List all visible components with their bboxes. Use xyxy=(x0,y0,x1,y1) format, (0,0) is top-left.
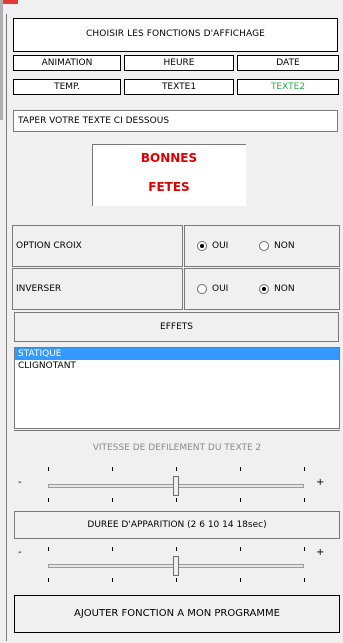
func-texte2-label: TEXTE2 xyxy=(270,82,306,92)
tick-mark xyxy=(112,498,113,502)
croix-non-label: NON xyxy=(274,241,295,251)
tick-mark xyxy=(48,547,49,551)
inverser-non-label: NON xyxy=(274,284,295,294)
duree-plus: + xyxy=(316,547,325,558)
page-title: CHOISIR LES FONCTIONS D'AFFICHAGE xyxy=(86,29,265,39)
option-inverser-radios: OUI NON xyxy=(184,268,340,310)
tick-mark xyxy=(240,578,241,582)
vitesse-thumb[interactable] xyxy=(173,476,179,496)
text-area-border-top xyxy=(92,144,246,145)
option-croix-row: OPTION CROIX OUI NON xyxy=(12,225,340,267)
func-texte2-button[interactable]: TEXTE2 xyxy=(237,79,339,95)
effets-header: EFFETS xyxy=(14,312,339,342)
radio-unchecked-icon xyxy=(197,284,207,294)
func-temp-label: TEMP. xyxy=(54,82,80,92)
vitesse-minus: - xyxy=(18,477,22,488)
func-texte1-label: TEXTE1 xyxy=(161,82,197,92)
tick-mark xyxy=(48,467,49,471)
croix-non-radio[interactable]: NON xyxy=(259,241,295,251)
ajouter-fonction-button[interactable]: AJOUTER FONCTION A MON PROGRAMME xyxy=(14,595,340,633)
inverser-oui-label: OUI xyxy=(212,284,229,294)
inverser-non-radio[interactable]: NON xyxy=(259,284,295,294)
duree-slider[interactable]: - + xyxy=(14,547,340,585)
display-line-2: FETES xyxy=(148,180,190,194)
tick-mark xyxy=(240,547,241,551)
croix-oui-radio[interactable]: OUI xyxy=(197,241,228,251)
effet-item-statique[interactable]: STATIQUE xyxy=(15,348,339,360)
inverser-oui-radio[interactable]: OUI xyxy=(197,284,228,294)
vitesse-plus: + xyxy=(316,477,325,488)
func-animation-label: ANIMATION xyxy=(41,58,93,68)
vitesse-slider[interactable]: - + xyxy=(14,467,340,505)
tick-mark xyxy=(176,498,177,502)
option-croix-radios: OUI NON xyxy=(184,225,340,267)
effet-item-clignotant[interactable]: CLIGNOTANT xyxy=(15,360,339,372)
duree-thumb[interactable] xyxy=(173,556,179,576)
func-texte1-button[interactable]: TEXTE1 xyxy=(124,79,234,95)
tick-mark xyxy=(176,467,177,471)
func-animation-button[interactable]: ANIMATION xyxy=(13,55,121,71)
tick-mark xyxy=(48,498,49,502)
tick-mark xyxy=(240,498,241,502)
text-instruction: TAPER VOTRE TEXTE CI DESSOUS xyxy=(13,110,338,132)
duree-label: DUREE D'APPARITION (2 6 10 14 18sec) xyxy=(14,511,340,539)
tick-mark xyxy=(48,578,49,582)
tick-mark xyxy=(304,498,305,502)
radio-checked-icon xyxy=(197,241,207,251)
tick-mark xyxy=(112,547,113,551)
option-inverser-label: INVERSER xyxy=(12,268,183,310)
func-date-button[interactable]: DATE xyxy=(237,55,339,71)
display-line-1: BONNES xyxy=(140,151,198,165)
title-box: CHOISIR LES FONCTIONS D'AFFICHAGE xyxy=(13,18,338,52)
effets-listbox[interactable]: STATIQUE CLIGNOTANT xyxy=(14,347,340,429)
func-heure-button[interactable]: HEURE xyxy=(124,55,234,71)
tick-mark xyxy=(112,467,113,471)
func-heure-label: HEURE xyxy=(163,58,195,68)
tick-mark xyxy=(112,578,113,582)
window-left-edge xyxy=(0,0,3,120)
radio-unchecked-icon xyxy=(259,241,269,251)
tick-mark xyxy=(176,547,177,551)
tick-mark xyxy=(240,467,241,471)
func-temp-button[interactable]: TEMP. xyxy=(13,79,121,95)
duree-minus: - xyxy=(18,547,22,558)
vitesse-label: VITESSE DE DEFILEMENT DU TEXTE 2 xyxy=(14,430,340,464)
croix-oui-label: OUI xyxy=(212,241,229,251)
tick-mark xyxy=(304,547,305,551)
option-inverser-row: INVERSER OUI NON xyxy=(12,268,340,310)
tick-mark xyxy=(304,467,305,471)
radio-checked-icon xyxy=(259,284,269,294)
tick-mark xyxy=(304,578,305,582)
tick-mark xyxy=(176,578,177,582)
func-date-label: DATE xyxy=(276,58,300,68)
option-croix-label: OPTION CROIX xyxy=(12,225,183,267)
